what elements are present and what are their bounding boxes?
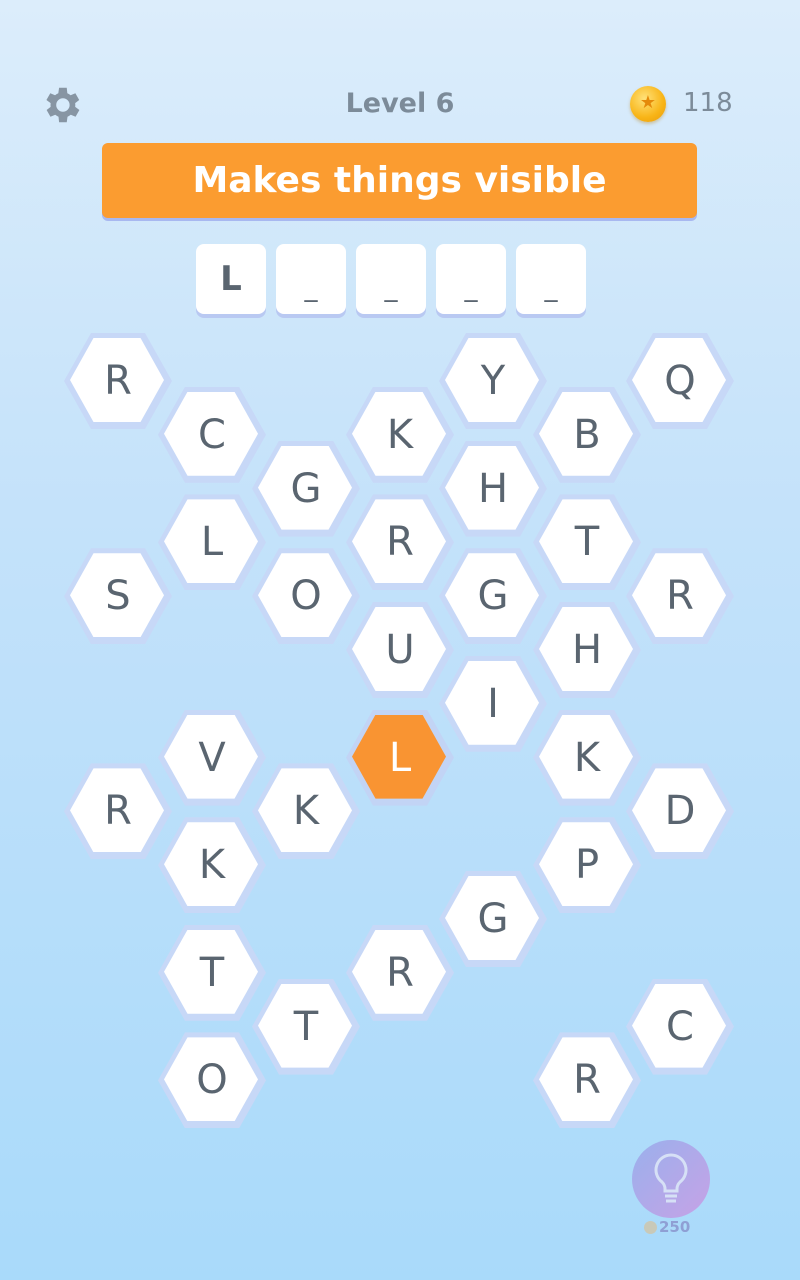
hex-letter: R [104, 788, 132, 835]
hex-tile[interactable]: G [439, 548, 547, 645]
hex-letter: G [477, 573, 509, 620]
hex-tile[interactable]: R [626, 548, 734, 645]
hex-letter: T [199, 949, 225, 996]
hint-cost-value: 250 [659, 1218, 691, 1236]
hex-letter: H [477, 465, 509, 512]
hex-letter: K [198, 842, 226, 889]
hex-tile[interactable]: B [533, 386, 641, 483]
hex-tile[interactable]: V [158, 709, 266, 806]
hex-tile[interactable]: G [439, 871, 547, 967]
hex-tile[interactable]: O [158, 1032, 266, 1129]
hex-letter: G [290, 465, 322, 512]
lightbulb-icon [654, 1153, 688, 1203]
hex-tile[interactable]: P [533, 817, 641, 914]
hex-letter: T [293, 1003, 319, 1050]
hex-tile[interactable]: L [158, 494, 266, 591]
hex-tile[interactable]: I [439, 655, 547, 752]
hex-letter: S [105, 573, 131, 620]
hex-tile[interactable]: R [346, 494, 454, 591]
hex-tile[interactable]: G [252, 440, 360, 537]
hex-tile[interactable]: K [533, 709, 641, 806]
hex-tile[interactable]: H [439, 440, 547, 537]
hex-letter: G [477, 896, 509, 942]
hex-tile[interactable]: Y [439, 333, 547, 429]
hex-letter: O [196, 1057, 228, 1104]
hex-tile[interactable]: C [626, 978, 734, 1075]
hex-letter: K [386, 411, 414, 458]
hex-letter: Y [480, 358, 506, 404]
hex-letter: Q [664, 358, 696, 404]
hex-letter: R [666, 573, 694, 620]
hex-tile-selected[interactable]: L [346, 709, 454, 806]
hex-tile[interactable]: K [252, 763, 360, 860]
hex-tile[interactable]: H [533, 602, 641, 698]
hex-tile[interactable]: O [252, 548, 360, 645]
hint-button[interactable] [632, 1140, 710, 1218]
hex-tile[interactable]: K [346, 386, 454, 483]
hex-tile[interactable]: C [158, 386, 266, 483]
hex-letter: P [574, 842, 600, 889]
hex-letter: C [198, 411, 226, 458]
hex-letter: L [200, 519, 224, 566]
hex-letter: T [574, 519, 600, 566]
hex-letter: B [573, 411, 601, 458]
hex-tile[interactable]: T [252, 978, 360, 1075]
hex-letter: L [388, 734, 412, 781]
answer-slot: _ [516, 244, 586, 314]
hex-letter: R [573, 1057, 601, 1104]
hex-tile[interactable]: R [346, 924, 454, 1021]
clue-banner: Makes things visible [102, 143, 697, 218]
hex-letter: U [385, 627, 415, 673]
coin-count: 118 [683, 88, 733, 118]
hex-letter: R [386, 519, 414, 566]
hex-tile[interactable]: D [626, 763, 734, 860]
hex-tile[interactable]: T [533, 494, 641, 591]
hex-letter: K [292, 788, 320, 835]
hex-letter: O [290, 573, 322, 620]
answer-slot: _ [356, 244, 426, 314]
hex-tile[interactable]: R [533, 1032, 641, 1129]
hex-letter: I [487, 680, 499, 727]
hex-tile[interactable]: U [346, 602, 454, 698]
answer-slot: _ [276, 244, 346, 314]
hex-tile[interactable]: R [64, 333, 172, 429]
hex-letter: D [664, 788, 696, 835]
hex-letter: C [666, 1003, 694, 1050]
hex-letter: R [104, 358, 132, 404]
hex-tile[interactable]: T [158, 924, 266, 1021]
level-title: Level 6 [345, 88, 455, 119]
hex-letter: V [198, 734, 226, 781]
hex-letter: H [571, 627, 603, 673]
hex-letter: R [386, 949, 414, 996]
hex-tile[interactable]: R [64, 763, 172, 860]
coin-icon: ★ [630, 86, 666, 122]
coin-icon [644, 1221, 657, 1234]
hex-tile[interactable]: S [64, 548, 172, 645]
answer-slots: L _ _ _ _ [196, 244, 586, 314]
hint-cost: 250 [644, 1218, 690, 1236]
hex-tile[interactable]: Q [626, 333, 734, 429]
answer-slot: _ [436, 244, 506, 314]
hex-tile[interactable]: K [158, 817, 266, 914]
answer-slot: L [196, 244, 266, 314]
hex-letter: K [573, 734, 601, 781]
